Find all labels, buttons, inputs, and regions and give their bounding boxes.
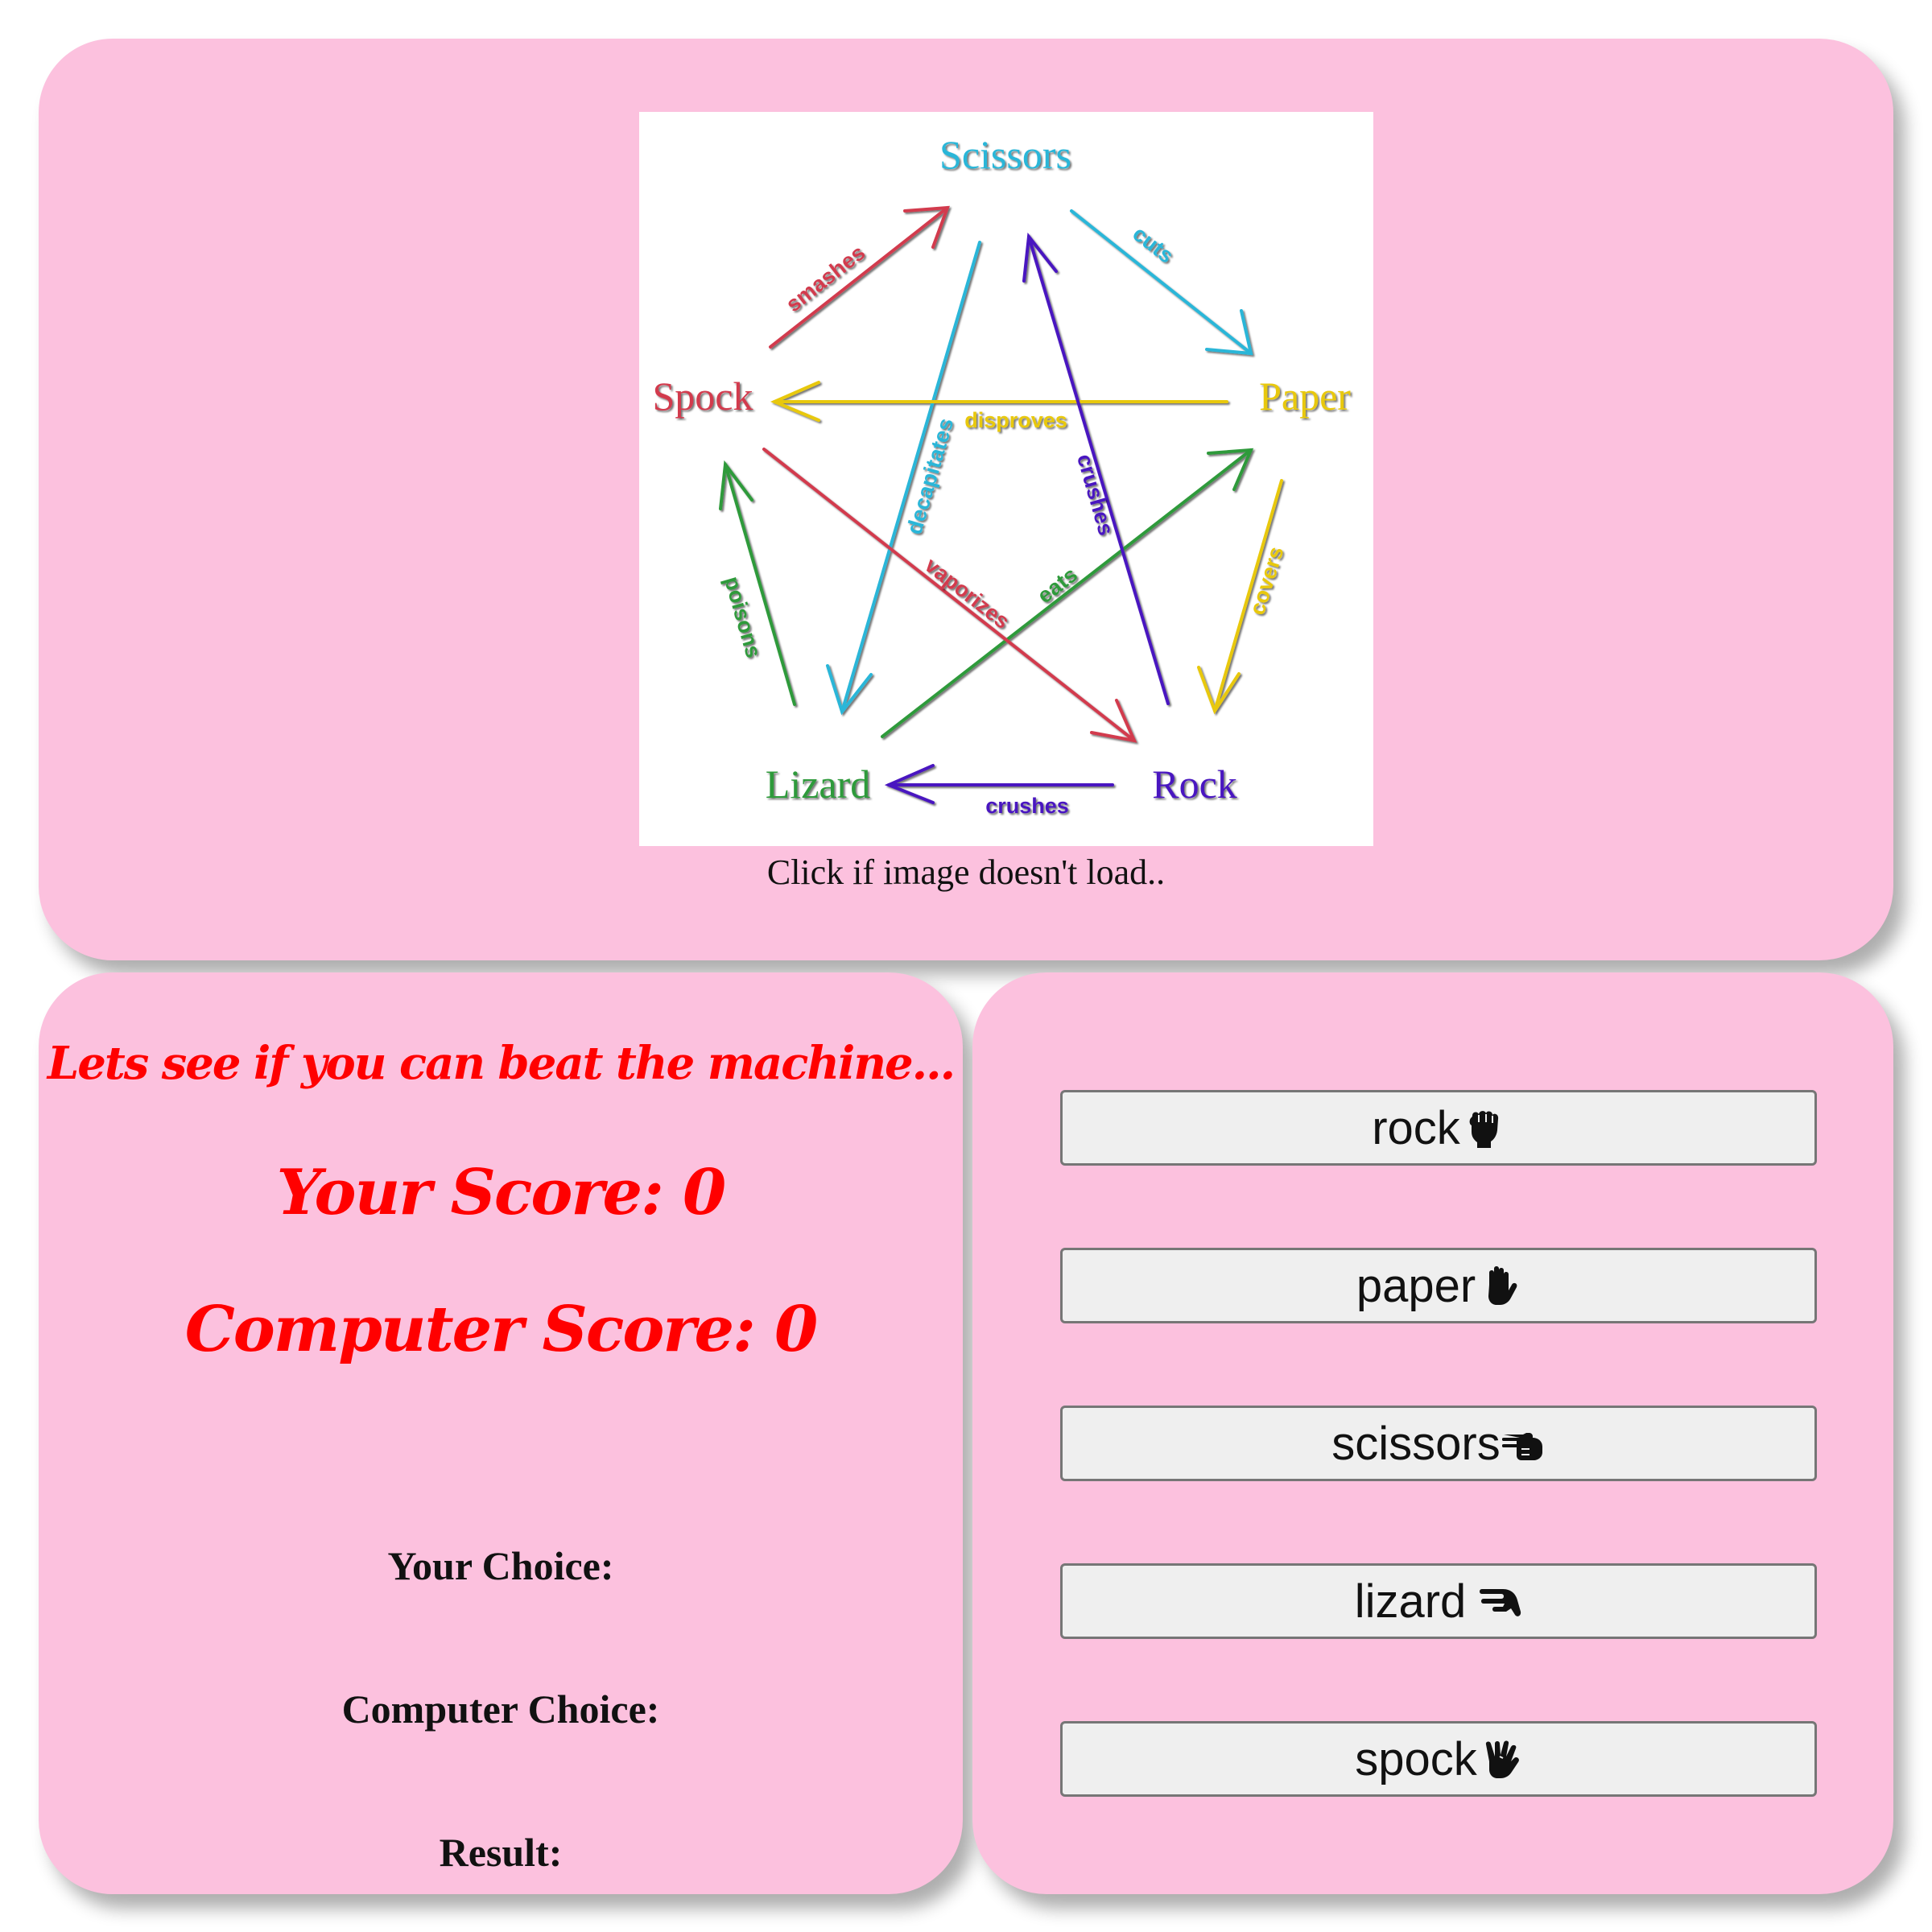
verb-crushes-lizard: crushes: [985, 794, 1069, 818]
rock-button-label: rock: [1372, 1101, 1460, 1154]
lizard-button-label: lizard: [1354, 1575, 1467, 1628]
lizard-button[interactable]: lizard: [1060, 1563, 1817, 1639]
rules-diagram-image[interactable]: Scissors Paper Rock Lizard Spock cuts co…: [639, 112, 1373, 846]
node-scissors: Scissors: [939, 132, 1071, 177]
choices-card: rock paper scissors lizard spock: [972, 972, 1893, 1894]
your-score: Your Score: 0: [276, 1156, 727, 1229]
verb-vaporizes: vaporizes: [920, 553, 1014, 634]
your-choice-label: Your Choice:: [387, 1543, 614, 1588]
computer-score: Computer Score: 0: [184, 1293, 819, 1366]
paper-button[interactable]: paper: [1060, 1248, 1817, 1323]
node-paper: Paper: [1259, 374, 1351, 419]
paper-button-label: paper: [1356, 1259, 1476, 1312]
rock-button[interactable]: rock: [1060, 1090, 1817, 1166]
computer-choice-label: Computer Choice:: [341, 1686, 660, 1732]
spock-hand-icon: [1479, 1737, 1522, 1781]
verb-crushes-scissors: crushes: [1072, 452, 1118, 539]
result-label: Result:: [439, 1830, 563, 1875]
node-spock: Spock: [653, 374, 753, 419]
rules-diagram: Scissors Paper Rock Lizard Spock cuts co…: [653, 132, 1352, 818]
spock-button[interactable]: spock: [1060, 1721, 1817, 1797]
arrow-scissors-cuts-paper: [1070, 209, 1253, 356]
arrow-scissors-decapitates-lizard: [826, 241, 981, 716]
node-rock: Rock: [1152, 762, 1237, 807]
node-lizard: Lizard: [766, 762, 870, 807]
spock-button-label: spock: [1355, 1732, 1477, 1785]
scoreboard-card: Lets see if you can beat the machine... …: [39, 972, 963, 1894]
image-fallback-caption[interactable]: Click if image doesn't load..: [39, 852, 1893, 893]
diagram-card: Scissors Paper Rock Lizard Spock cuts co…: [39, 39, 1893, 960]
scissors-hand-icon: [1501, 1422, 1546, 1465]
tagline: Lets see if you can beat the machine...: [47, 1037, 956, 1090]
lizard-hand-icon: [1479, 1579, 1522, 1623]
arrow-spock-vaporizes-rock: [762, 448, 1137, 743]
arrow-spock-smashes-scissors: [769, 205, 950, 349]
scissors-button-label: scissors: [1331, 1417, 1501, 1470]
open-hand-icon: [1477, 1264, 1521, 1307]
scissors-button[interactable]: scissors: [1060, 1406, 1817, 1481]
verb-disproves: disproves: [964, 408, 1067, 432]
fist-icon: [1462, 1106, 1505, 1150]
